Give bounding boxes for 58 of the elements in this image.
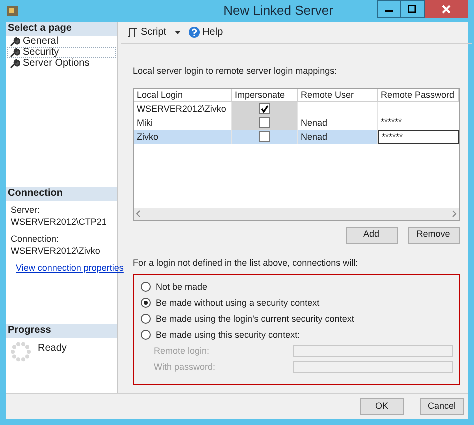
connection-name: WSERVER2012\Zivko	[11, 245, 102, 257]
column-header[interactable]: Remote Password	[378, 88, 459, 102]
wrench-icon	[10, 48, 20, 58]
sidebar-item[interactable]: Security	[7, 47, 116, 58]
field-label: With password:	[154, 361, 217, 373]
sidebar-item[interactable]: Server Options	[7, 58, 116, 69]
section-caption: Local server login to remote server login mappings:	[133, 65, 338, 78]
progress-status: Ready	[38, 342, 67, 356]
column-header[interactable]: Remote User	[298, 88, 378, 102]
app-icon	[6, 4, 20, 18]
maximize-button[interactable]	[400, 0, 425, 18]
table-cell: Zivko	[134, 130, 232, 144]
server-name: WSERVER2012\CTP21	[11, 216, 108, 228]
table-cell: Nenad	[301, 132, 328, 142]
window-title: New Linked Server	[224, 2, 334, 20]
field-label: Remote login:	[154, 345, 211, 357]
sidebar-item[interactable]: General	[7, 36, 116, 47]
field-label: Connection:	[11, 233, 60, 245]
close-icon	[442, 4, 451, 14]
option-label: Be made without using a security context	[156, 297, 320, 309]
connection-properties-link[interactable]: View connection properties	[16, 262, 124, 274]
field-label: Server:	[11, 204, 42, 216]
script-icon	[127, 28, 138, 38]
help-button[interactable]: Help	[188, 25, 224, 40]
section-heading: Connection	[6, 187, 117, 201]
dropdown-button[interactable]	[174, 30, 181, 34]
radio-button[interactable]	[141, 314, 151, 324]
wrench-icon	[10, 58, 20, 68]
script-button[interactable]: Script	[127, 25, 167, 40]
maximize-icon	[408, 5, 416, 13]
table-cell: ******	[382, 132, 404, 142]
section-heading: Progress	[6, 324, 117, 338]
option-label: Be made using the login's current security context	[156, 313, 354, 325]
grid-row[interactable]: Zivko Nenad ******	[134, 130, 459, 144]
column-header[interactable]: Local Login	[134, 88, 232, 102]
checkbox[interactable]	[259, 131, 270, 142]
dialog-button[interactable]: Cancel	[420, 398, 464, 415]
horizontal-scrollbar[interactable]	[134, 208, 459, 220]
spinner-icon	[10, 341, 32, 363]
table-cell: Nenad	[301, 118, 328, 128]
close-button[interactable]	[424, 0, 468, 18]
checkbox[interactable]	[259, 117, 270, 128]
section-caption: For a login not defined in the list above, connections will:	[133, 256, 360, 270]
checkbox[interactable]	[259, 103, 270, 114]
section-heading: Select a page	[6, 22, 117, 36]
grid-row[interactable]: WSERVER2012\Zivko	[134, 102, 459, 116]
help-icon	[188, 27, 200, 38]
option-label: Not be made	[156, 281, 208, 293]
dialog-button[interactable]: OK	[360, 398, 404, 415]
dialog-button[interactable]: Add	[346, 226, 398, 244]
option-label: Be made using this security context:	[156, 329, 300, 341]
radio-button[interactable]	[141, 298, 151, 308]
wrench-icon	[10, 36, 20, 46]
dialog-button[interactable]: Remove	[408, 226, 460, 244]
radio-button[interactable]	[141, 330, 151, 340]
minimize-button[interactable]	[376, 0, 401, 18]
table-cell: ******	[381, 116, 402, 126]
radio-button[interactable]	[141, 282, 151, 292]
